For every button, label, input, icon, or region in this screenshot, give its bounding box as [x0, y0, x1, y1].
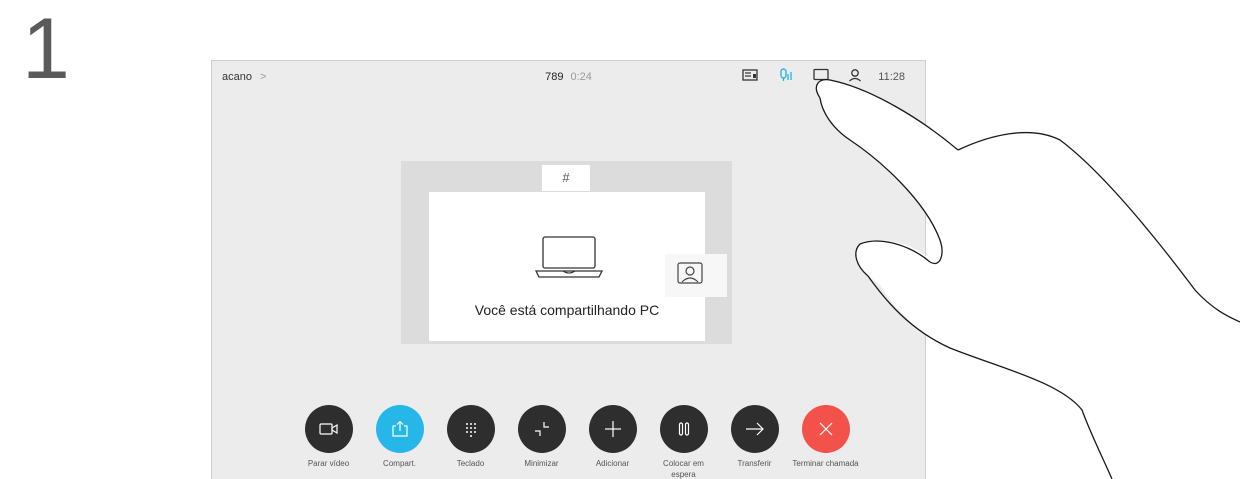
self-view-icon [677, 262, 703, 289]
minimize-icon [534, 422, 549, 436]
instruction-illustration: 1 acano > 789 0:24 11:28 # Você está com… [0, 0, 1240, 479]
share-message: Você está compartilhando PC [474, 302, 660, 318]
laptop-icon [534, 236, 604, 285]
control-minimize[interactable]: Minimizar [506, 405, 577, 479]
minimize-label: Minimizar [524, 459, 559, 468]
call-controls: Parar vídeo Compart. Teclado Minimizar A… [293, 405, 861, 479]
arrow-right-icon [745, 422, 764, 436]
keypad-label: Teclado [456, 459, 485, 468]
call-duration: 0:24 [570, 71, 592, 83]
pause-icon [678, 422, 689, 436]
layout-icon[interactable] [742, 68, 758, 87]
stop-video-label: Parar vídeo [307, 459, 350, 468]
clock: 11:28 [878, 71, 905, 83]
share-tab[interactable]: # [542, 165, 590, 191]
control-keypad[interactable]: Teclado [435, 405, 506, 479]
control-transfer[interactable]: Transferir [719, 405, 790, 479]
self-view[interactable] [665, 254, 727, 297]
transfer-label: Transferir [737, 459, 772, 468]
control-share[interactable]: Compart. [364, 405, 435, 479]
plus-icon [604, 421, 621, 437]
top-bar: acano > 789 0:24 11:28 [212, 61, 925, 93]
control-hold[interactable]: Colocar em espera [648, 405, 719, 479]
microphone-icon[interactable] [779, 68, 793, 87]
person-icon[interactable] [848, 68, 862, 87]
stop-video-button[interactable] [304, 405, 353, 453]
transfer-button[interactable] [730, 405, 779, 453]
step-number: 1 [22, 1, 70, 97]
share-button[interactable] [375, 405, 424, 453]
control-end-call[interactable]: Terminar chamada [790, 405, 861, 479]
control-stop-video[interactable]: Parar vídeo [293, 405, 364, 479]
keypad-button[interactable] [446, 405, 495, 453]
call-number: 789 [545, 71, 564, 83]
hold-button[interactable] [659, 405, 708, 453]
share-icon [391, 420, 408, 437]
device-screen: acano > 789 0:24 11:28 # Você está compa… [211, 60, 926, 479]
camera-icon [318, 423, 338, 435]
add-label: Adicionar [595, 459, 630, 468]
chat-icon[interactable] [813, 68, 829, 87]
close-icon [819, 422, 832, 436]
control-add[interactable]: Adicionar [577, 405, 648, 479]
share-label: Compart. [383, 459, 416, 468]
end-call-button[interactable] [801, 405, 850, 453]
hold-label: Colocar em espera [663, 459, 704, 479]
keypad-icon [465, 423, 476, 437]
end-call-label: Terminar chamada [792, 459, 859, 468]
share-card: Você está compartilhando PC [429, 192, 705, 341]
minimize-button[interactable] [517, 405, 566, 453]
add-button[interactable] [588, 405, 637, 453]
